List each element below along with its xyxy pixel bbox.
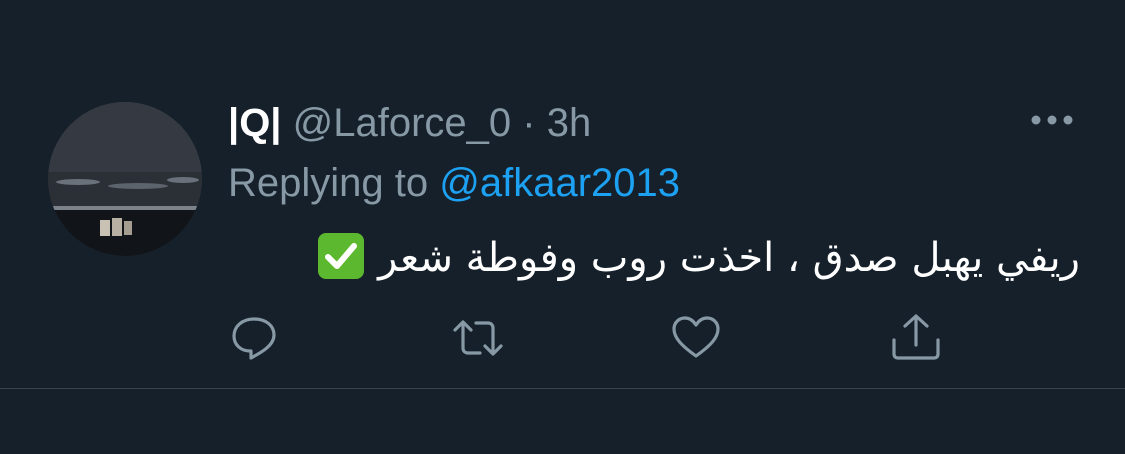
retweet-button[interactable] xyxy=(450,310,506,366)
replying-handle-link[interactable]: @afkaar2013 xyxy=(439,161,680,205)
tweet-text: ريفي يهبل صدق ، اخذت روب وفوطة شعر xyxy=(270,228,1080,288)
more-options-button[interactable] xyxy=(1028,104,1076,136)
reply-icon xyxy=(232,317,276,360)
more-horizontal-icon xyxy=(1031,115,1073,125)
tweet-text-content: ريفي يهبل صدق ، اخذت روب وفوطة شعر xyxy=(378,235,1080,281)
share-button[interactable] xyxy=(888,310,944,366)
reply-button[interactable] xyxy=(228,310,284,366)
like-icon xyxy=(672,316,720,358)
timestamp[interactable]: 3h xyxy=(547,101,592,145)
avatar[interactable] xyxy=(48,102,202,256)
tweet-header: |Q| @Laforce_0 · 3h xyxy=(228,100,591,146)
display-name[interactable]: |Q| xyxy=(228,101,282,145)
replying-to: Replying to @afkaar2013 xyxy=(228,160,680,206)
tweet-divider xyxy=(0,388,1125,389)
separator-dot: · xyxy=(522,101,536,145)
user-handle[interactable]: @Laforce_0 xyxy=(293,101,512,145)
replying-prefix: Replying to xyxy=(228,161,440,205)
tweet-actions xyxy=(228,310,968,366)
share-icon xyxy=(892,314,940,360)
avatar-image xyxy=(48,102,202,256)
retweet-icon xyxy=(453,320,503,356)
like-button[interactable] xyxy=(668,310,724,366)
tweet[interactable]: |Q| @Laforce_0 · 3h Replying to @afkaar2… xyxy=(0,0,1125,389)
check-mark-button-emoji xyxy=(318,233,365,279)
